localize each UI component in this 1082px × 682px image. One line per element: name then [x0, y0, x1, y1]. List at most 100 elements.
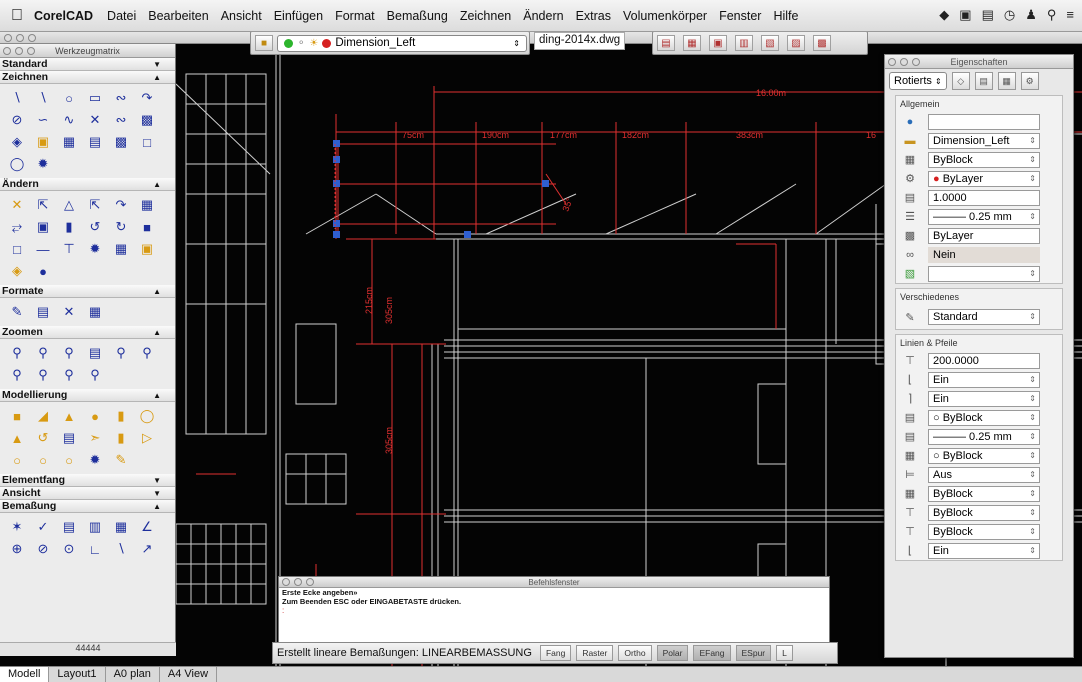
- lineweight-toggle[interactable]: L: [776, 645, 793, 661]
- prop-arrow2[interactable]: ByBlock ⇕: [928, 485, 1040, 502]
- quick-select-icon[interactable]: ◇: [951, 72, 970, 90]
- zoom-all-icon[interactable]: ⚲: [30, 364, 56, 386]
- break-icon[interactable]: □: [4, 238, 30, 260]
- toggle-pickadd-icon[interactable]: ▦: [997, 72, 1016, 90]
- display-icon[interactable]: ▤: [982, 7, 994, 23]
- line-icon[interactable]: ∖: [4, 87, 30, 109]
- erase-icon[interactable]: ✕: [4, 194, 30, 216]
- command-prompt[interactable]: :: [279, 606, 829, 615]
- minimize-icon[interactable]: [15, 47, 23, 55]
- prop-dimline-weight[interactable]: ——— 0.25 mm ⇕: [928, 428, 1040, 445]
- table-icon[interactable]: ▦: [56, 131, 82, 153]
- freehand-icon[interactable]: ∾: [108, 109, 134, 131]
- polyline-icon[interactable]: ↷: [134, 87, 160, 109]
- arc-icon[interactable]: ∾: [108, 87, 134, 109]
- section-ansicht[interactable]: Ansicht ▼: [0, 487, 175, 500]
- offset-icon[interactable]: ⇱: [82, 194, 108, 216]
- extrude-icon[interactable]: ▲: [4, 427, 30, 449]
- prop-ext-line2[interactable]: Ein ⇕: [928, 390, 1040, 407]
- prop-dimline-color[interactable]: ○ ByBlock ⇕: [928, 409, 1040, 426]
- linear-dim-icon[interactable]: ✶: [4, 516, 30, 538]
- menu-datei[interactable]: Datei: [107, 9, 136, 23]
- zoom-previous-icon[interactable]: ⚲: [30, 342, 56, 364]
- prop-color[interactable]: [928, 113, 1040, 130]
- ortho-toggle[interactable]: Ortho: [618, 645, 652, 661]
- prop-dimline2[interactable]: Ein ⇕: [928, 542, 1040, 559]
- explode-icon[interactable]: ▦: [108, 238, 134, 260]
- text-icon[interactable]: ▤: [82, 131, 108, 153]
- prop-layer[interactable]: Dimension_Left ⇕: [928, 132, 1040, 149]
- user-icon[interactable]: ♟: [1025, 7, 1037, 23]
- move-icon[interactable]: ⥂: [4, 216, 30, 238]
- menu-andern[interactable]: Ändern: [523, 9, 563, 23]
- sphere-icon[interactable]: ●: [82, 405, 108, 427]
- zoom-object-icon[interactable]: ⚲: [82, 364, 108, 386]
- layer-format-icon[interactable]: ▤: [30, 301, 56, 323]
- aligned-dim-icon[interactable]: ✓: [30, 516, 56, 538]
- rectangle-icon[interactable]: ▭: [82, 87, 108, 109]
- wedge-icon[interactable]: ◢: [30, 405, 56, 427]
- menu-hilfe[interactable]: Hilfe: [773, 9, 798, 23]
- rotate-icon[interactable]: ▣: [30, 216, 56, 238]
- prop-hyperlink[interactable]: Nein: [928, 246, 1040, 263]
- fillet-icon[interactable]: ✹: [82, 238, 108, 260]
- prop-lineweight[interactable]: ——— 0.25 mm ⇕: [928, 208, 1040, 225]
- mirror-icon[interactable]: △: [56, 194, 82, 216]
- union-icon[interactable]: ○: [4, 449, 30, 471]
- tab-layout1[interactable]: Layout1: [49, 667, 106, 682]
- trim-icon[interactable]: ↻: [108, 216, 134, 238]
- tolerance-icon[interactable]: ∖: [108, 538, 134, 560]
- search-icon[interactable]: ⚲: [1047, 7, 1057, 23]
- snap-toggle[interactable]: Fang: [539, 645, 572, 661]
- solid-edit-icon[interactable]: ✎: [108, 449, 134, 471]
- continue-dim-icon[interactable]: ▥: [82, 516, 108, 538]
- prop-arrow1[interactable]: Aus ⇕: [928, 466, 1040, 483]
- section-zeichnen[interactable]: Zeichnen ▲: [0, 71, 175, 84]
- zoom-realtime-icon[interactable]: ⚲: [56, 342, 82, 364]
- block-icon[interactable]: ◈: [4, 131, 30, 153]
- hatch-icon[interactable]: ▩: [134, 109, 160, 131]
- screen-icon[interactable]: ▣: [959, 7, 971, 23]
- polygon-icon[interactable]: ✹: [30, 153, 56, 175]
- etrack-toggle[interactable]: ESpur: [735, 645, 772, 661]
- zoom-in-icon[interactable]: ⚲: [108, 342, 134, 364]
- image-icon[interactable]: ▩: [108, 131, 134, 153]
- copy-icon[interactable]: ⇱: [30, 194, 56, 216]
- zoom-extents-icon[interactable]: ▤: [82, 342, 108, 364]
- grid-toggle[interactable]: Raster: [576, 645, 614, 661]
- tool-icon-1[interactable]: ▤: [657, 35, 675, 51]
- tool-icon-3[interactable]: ▣: [709, 35, 727, 51]
- close-icon[interactable]: [3, 47, 11, 55]
- center-mark-icon[interactable]: ↗: [134, 538, 160, 560]
- section-elementfang[interactable]: Elementfang ▼: [0, 474, 175, 487]
- section-standard[interactable]: Standard ▼: [0, 58, 175, 71]
- section-icon[interactable]: ▷: [134, 427, 160, 449]
- menu-zeichnen[interactable]: Zeichnen: [460, 9, 511, 23]
- array-icon[interactable]: ▦: [134, 194, 160, 216]
- layer-dropdown[interactable]: ⚬ ☀ Dimension_Left ⇕: [277, 34, 527, 52]
- ordinate-dim-icon[interactable]: ▦: [108, 516, 134, 538]
- radius-dim-icon[interactable]: ⊕: [4, 538, 30, 560]
- baseline-dim-icon[interactable]: ▤: [56, 516, 82, 538]
- prop-arrow-size[interactable]: 200.0000: [928, 352, 1040, 369]
- properties-icon[interactable]: ◈: [4, 260, 30, 282]
- sync-icon[interactable]: ◆: [939, 7, 949, 23]
- extend-icon[interactable]: ■: [134, 216, 160, 238]
- section-andern[interactable]: Ändern ▲: [0, 178, 175, 191]
- torus-icon[interactable]: ◯: [134, 405, 160, 427]
- close-icon[interactable]: [888, 58, 896, 66]
- apple-icon[interactable]: : [0, 7, 34, 25]
- menu-extras[interactable]: Extras: [576, 9, 611, 23]
- ellipse-icon[interactable]: ⊘: [4, 109, 30, 131]
- clock-icon[interactable]: ◷: [1004, 7, 1015, 23]
- prop-transparency[interactable]: ByLayer: [928, 227, 1040, 244]
- prop-ext-line1[interactable]: Ein ⇕: [928, 371, 1040, 388]
- list-icon[interactable]: ≡: [1066, 7, 1074, 23]
- cylinder-icon[interactable]: ▮: [108, 405, 134, 427]
- tab-a4-view[interactable]: A4 View: [160, 667, 218, 682]
- frame-icon[interactable]: □: [134, 131, 160, 153]
- dimstyle-icon[interactable]: ▦: [82, 301, 108, 323]
- polar-toggle[interactable]: Polar: [656, 645, 689, 661]
- menu-ansicht[interactable]: Ansicht: [221, 9, 262, 23]
- menu-einfuegen[interactable]: Einfügen: [274, 9, 323, 23]
